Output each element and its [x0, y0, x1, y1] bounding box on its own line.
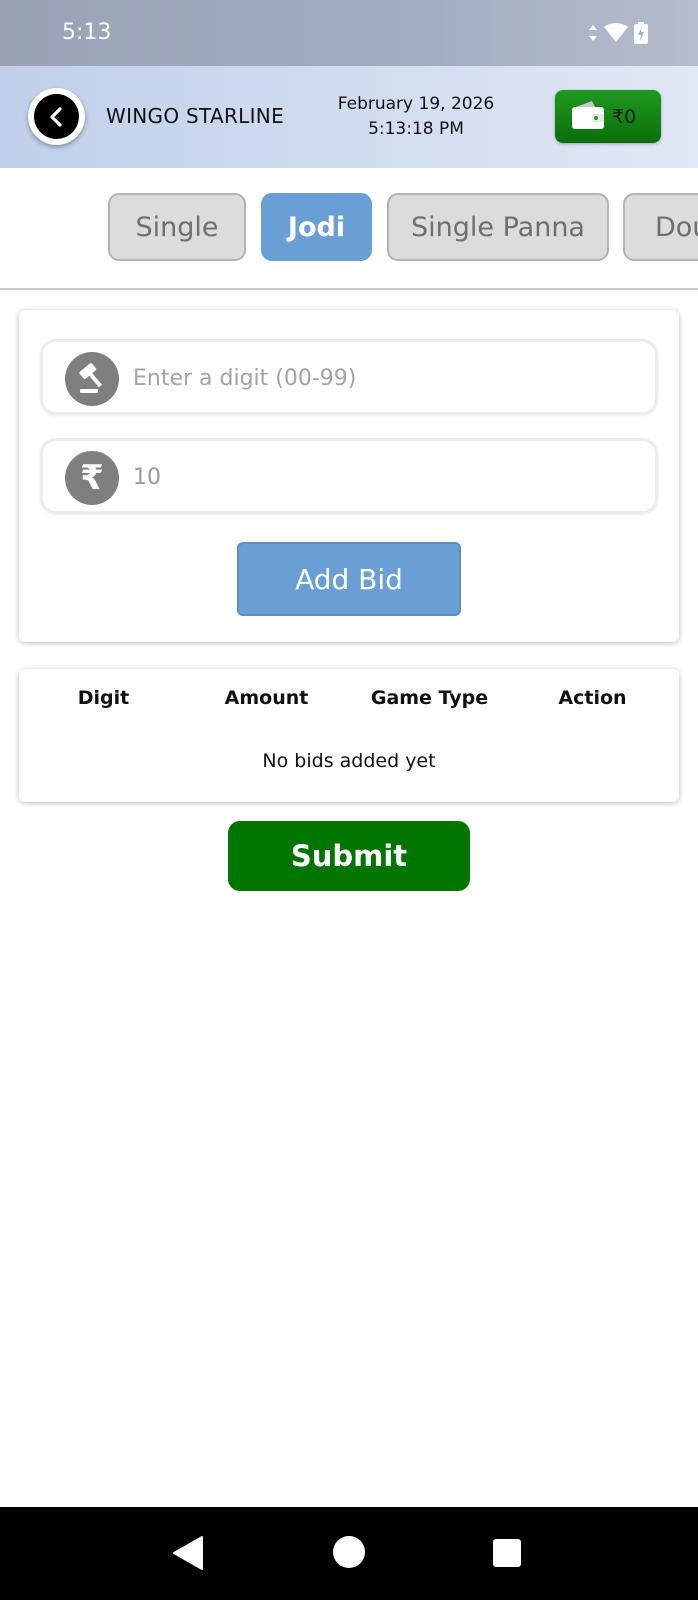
back-arrow-icon — [34, 94, 79, 139]
tab-jodi[interactable]: Jodi — [261, 193, 372, 261]
gavel-icon — [65, 352, 119, 406]
status-icons — [588, 22, 648, 48]
game-type-tabs: Single Jodi Single Panna Double Panna — [0, 168, 698, 290]
back-button[interactable] — [28, 88, 85, 145]
wifi-icon — [604, 23, 628, 47]
rupee-icon: ₹ — [65, 451, 119, 505]
column-game-type: Game Type — [370, 687, 489, 709]
bid-form-card: ₹ Add Bid — [19, 310, 679, 642]
status-time: 5:13 — [62, 20, 112, 45]
amount-input[interactable] — [133, 457, 633, 497]
wallet-balance: ₹0 — [612, 105, 637, 128]
submit-button[interactable]: Submit — [228, 821, 470, 891]
wallet-button[interactable]: ₹0 — [555, 90, 661, 143]
nav-back-icon[interactable] — [172, 1535, 204, 1575]
date-time: February 19, 2026 5:13:18 PM — [330, 92, 502, 142]
tab-single-panna[interactable]: Single Panna — [387, 193, 609, 261]
table-header: Digit Amount Game Type Action — [19, 687, 679, 717]
battery-icon — [634, 22, 648, 48]
column-action: Action — [558, 687, 627, 709]
system-nav-bar — [0, 1507, 698, 1600]
wallet-icon — [570, 99, 606, 135]
nav-home-icon[interactable] — [332, 1535, 366, 1573]
column-amount: Amount — [224, 687, 309, 709]
nav-recents-icon[interactable] — [492, 1538, 522, 1572]
add-bid-button[interactable]: Add Bid — [237, 542, 461, 616]
digit-input[interactable] — [133, 358, 633, 398]
status-bar: 5:13 — [0, 0, 698, 66]
current-date: February 19, 2026 — [337, 94, 495, 114]
app-header: WINGO STARLINE February 19, 2026 5:13:18… — [0, 66, 698, 168]
column-digit: Digit — [77, 687, 130, 709]
current-time: 5:13:18 PM — [368, 119, 464, 139]
bids-table-card: Digit Amount Game Type Action No bids ad… — [19, 669, 679, 802]
tab-single[interactable]: Single — [108, 193, 246, 261]
empty-bids-message: No bids added yet — [262, 750, 436, 772]
page-title: WINGO STARLINE — [106, 104, 285, 128]
amount-field[interactable]: ₹ — [40, 438, 658, 514]
data-arrows-icon — [588, 24, 598, 46]
digit-field[interactable] — [40, 339, 658, 415]
tab-double-panna[interactable]: Double Panna — [623, 193, 698, 261]
